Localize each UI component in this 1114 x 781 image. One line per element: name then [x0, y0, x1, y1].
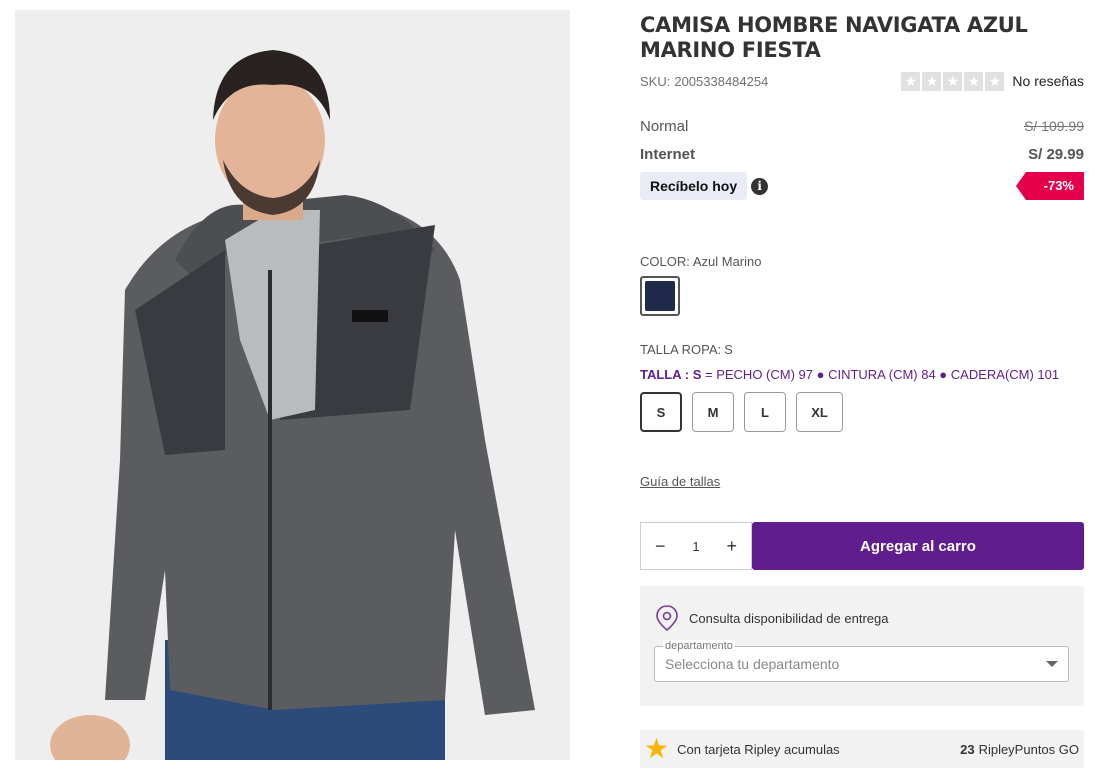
ripley-points-banner: ★ Con tarjeta Ripley acumulas 23 RipleyPu… — [640, 730, 1084, 768]
normal-price-row: Normal S/ 109.99 — [640, 112, 1084, 140]
department-legend: departamento — [663, 640, 735, 652]
product-info-panel: CAMISA HOMBRE NAVIGATA AZUL MARINO FIEST… — [640, 13, 1084, 768]
normal-price-label: Normal — [640, 117, 689, 135]
size-guide-link[interactable]: Guía de tallas — [640, 474, 720, 489]
size-options: S M L XL — [640, 392, 1084, 432]
chevron-down-icon — [1046, 661, 1058, 667]
sku-label: SKU: — [640, 73, 671, 89]
delivery-row: Recíbelo hoy i -73% — [640, 170, 1084, 202]
star-icon: ★ — [901, 71, 921, 91]
color-label: COLOR: Azul Marino — [640, 254, 1084, 269]
location-pin-icon — [656, 605, 678, 632]
reviews-text: No reseñas — [1012, 73, 1084, 89]
delivery-availability-box: Consulta disponibilidad de entrega depar… — [640, 586, 1084, 706]
size-detail-rest: = PECHO (CM) 97 ● CINTURA (CM) 84 ● CADE… — [701, 367, 1060, 382]
points-value-group: 23 RipleyPuntos GO — [960, 742, 1079, 757]
size-label-text: TALLA ROPA: — [640, 342, 722, 357]
star-icon: ★ — [922, 71, 942, 91]
size-button-l[interactable]: L — [744, 392, 786, 432]
internet-price-label: Internet — [640, 145, 696, 163]
size-button-m[interactable]: M — [692, 392, 734, 432]
rating[interactable]: ★ ★ ★ ★ ★ No reseñas — [901, 71, 1084, 91]
availability-text: Consulta disponibilidad de entrega — [689, 610, 889, 626]
size-button-s[interactable]: S — [640, 392, 682, 432]
color-label-text: COLOR: — [640, 254, 690, 269]
department-select[interactable]: departamento Selecciona tu departamento — [654, 640, 1069, 682]
sku: SKU: 2005338484254 — [640, 74, 768, 89]
star-icon: ★ — [985, 71, 1005, 91]
size-button-xl[interactable]: XL — [796, 392, 843, 432]
product-title: CAMISA HOMBRE NAVIGATA AZUL MARINO FIEST… — [640, 13, 1028, 62]
department-placeholder: Selecciona tu departamento — [665, 656, 840, 672]
size-detail-prefix: TALLA : S — [640, 367, 702, 382]
size-label: TALLA ROPA: S — [640, 342, 1084, 357]
decrease-quantity-button[interactable]: − — [655, 536, 666, 557]
color-swatch-navy[interactable] — [640, 276, 680, 316]
product-image[interactable] — [15, 10, 570, 760]
swatch-fill — [645, 281, 675, 311]
cart-row: − 1 + Agregar al carro — [640, 522, 1084, 570]
product-photo — [15, 10, 570, 760]
delivery-chip: Recíbelo hoy — [640, 172, 748, 200]
sku-rating-row: SKU: 2005338484254 ★ ★ ★ ★ ★ No reseñas — [640, 69, 1084, 93]
discount-badge: -73% — [1015, 172, 1084, 200]
increase-quantity-button[interactable]: + — [726, 536, 737, 557]
star-icon: ★ — [943, 71, 963, 91]
star-icon: ★ — [964, 71, 984, 91]
star-icon: ★ — [644, 733, 670, 764]
price-section: Normal S/ 109.99 Internet S/ 29.99 Recíb… — [640, 112, 1084, 202]
color-value: Azul Marino — [692, 254, 762, 269]
internet-price: S/ 29.99 — [1028, 145, 1084, 163]
sku-value: 2005338484254 — [674, 73, 769, 89]
internet-price-row: Internet S/ 29.99 — [640, 140, 1084, 168]
size-value: S — [724, 342, 733, 357]
points-text: Con tarjeta Ripley acumulas — [677, 741, 840, 757]
quantity-stepper: − 1 + — [640, 522, 752, 570]
points-unit: RipleyPuntos GO — [978, 741, 1079, 757]
quantity-value[interactable]: 1 — [692, 539, 699, 554]
points-value: 23 — [960, 741, 975, 757]
add-to-cart-button[interactable]: Agregar al carro — [752, 522, 1084, 570]
size-measurements: TALLA : S = PECHO (CM) 97 ● CINTURA (CM)… — [640, 367, 1084, 382]
info-icon[interactable]: i — [751, 177, 769, 195]
normal-price: S/ 109.99 — [1024, 118, 1084, 134]
